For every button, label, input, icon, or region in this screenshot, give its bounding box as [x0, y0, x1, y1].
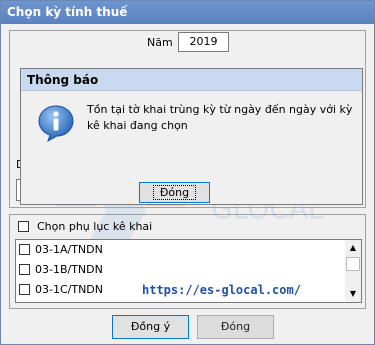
notification-dialog: Thông báo Tồn tại tờ khai trùng kỳ từ ng… — [20, 68, 363, 205]
list-item-checkbox[interactable] — [19, 284, 30, 295]
list-scrollbar[interactable]: ▲ ▼ — [345, 240, 361, 302]
list-item[interactable]: 03-1A/TNDN — [16, 240, 346, 260]
dialog-close-label: Đóng — [152, 185, 197, 200]
year-input[interactable]: 2019 — [178, 32, 229, 52]
scroll-down-icon[interactable]: ▼ — [345, 286, 361, 302]
list-item-checkbox[interactable] — [19, 244, 30, 255]
info-icon — [38, 105, 74, 143]
ok-button[interactable]: Đồng ý — [112, 315, 189, 339]
appendix-label: Chọn phụ lục kê khai — [37, 220, 153, 233]
tax-period-window: Chọn kỳ tính thuế Năm 2019 D ▼ ES GLOCAL… — [0, 0, 375, 345]
dialog-title: Thông báo — [21, 69, 362, 91]
year-label: Năm — [147, 36, 173, 49]
dialog-close-button[interactable]: Đóng — [139, 182, 210, 203]
dialog-message: Tồn tại tờ khai trùng kỳ từ ngày đến ngà… — [87, 103, 353, 132]
scroll-up-icon[interactable]: ▲ — [345, 240, 361, 256]
appendix-checkbox[interactable] — [18, 221, 29, 232]
close-button[interactable]: Đóng — [197, 315, 274, 339]
list-item-label: 03-1A/TNDN — [35, 243, 103, 256]
watermark-url: https://es-glocal.com/ — [142, 283, 301, 297]
list-item[interactable]: 03-1B/TNDN — [16, 260, 346, 280]
list-item-checkbox[interactable] — [19, 264, 30, 275]
list-item-label: 03-1B/TNDN — [35, 263, 103, 276]
scroll-thumb[interactable] — [346, 257, 360, 271]
list-item-label: 03-1C/TNDN — [35, 283, 103, 296]
window-title: Chọn kỳ tính thuế — [1, 1, 374, 24]
